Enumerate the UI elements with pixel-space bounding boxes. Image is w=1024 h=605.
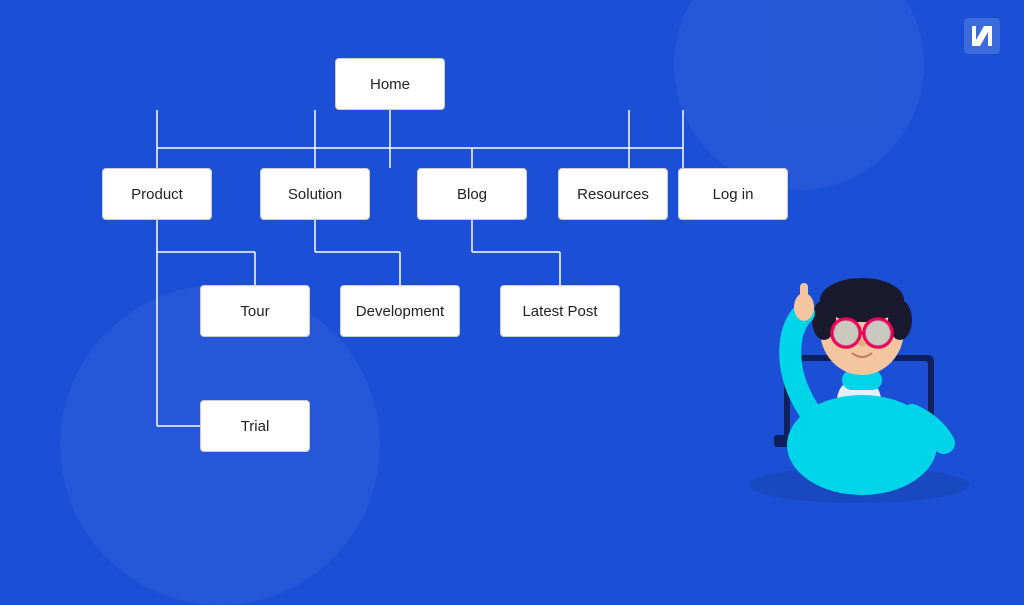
node-development: Development [340,285,460,337]
node-product: Product [102,168,212,220]
character-illustration [714,135,1004,525]
node-solution: Solution [260,168,370,220]
node-home: Home [335,58,445,110]
tree-diagram: Home Product Solution Blog Resources Log… [60,20,740,510]
node-latest-post: Latest Post [500,285,620,337]
node-resources: Resources [558,168,668,220]
node-tour: Tour [200,285,310,337]
logo-icon [964,18,1000,54]
node-blog: Blog [417,168,527,220]
node-trial: Trial [200,400,310,452]
